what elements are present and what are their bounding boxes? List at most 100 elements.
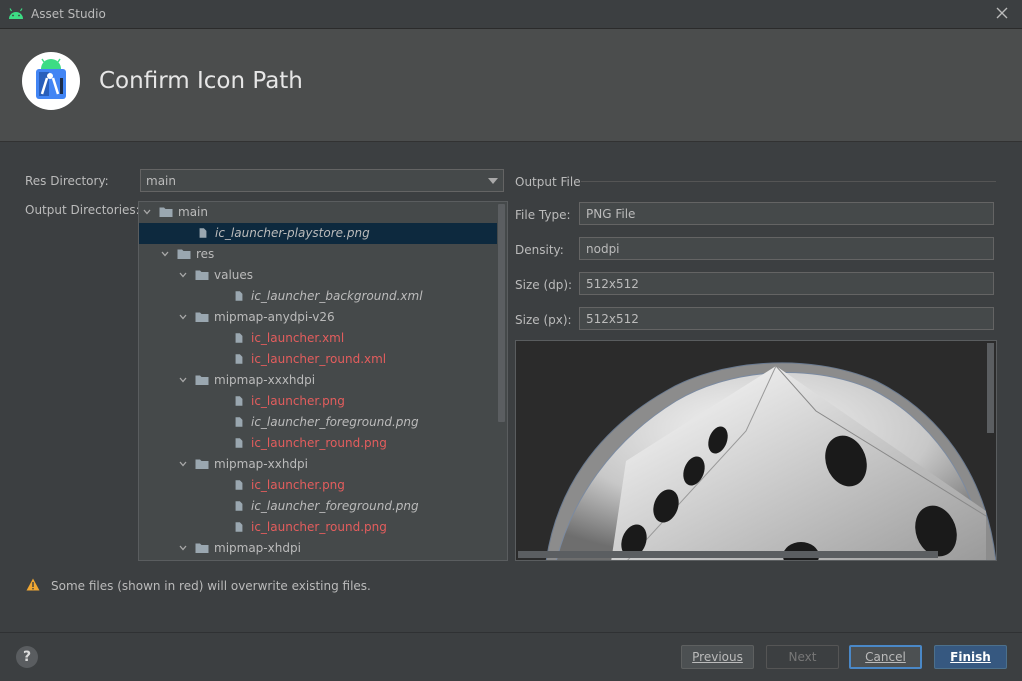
tree-item-label: ic_launcher_round.xml — [251, 352, 387, 366]
tree-item-label: ic_launcher_foreground.png — [251, 499, 419, 513]
footer-divider — [0, 632, 1022, 633]
icon-preview — [515, 340, 997, 561]
chevron-down-icon[interactable] — [179, 376, 187, 384]
chevron-down-icon[interactable] — [179, 271, 187, 279]
size-px-label: Size (px): — [515, 313, 572, 327]
density-label: Density: — [515, 243, 564, 257]
tree-file-row[interactable]: ic_launcher_round.xml — [139, 349, 497, 370]
tree-item-label: ic_launcher.xml — [251, 331, 345, 345]
size-px-field[interactable]: 512x512 — [579, 307, 994, 330]
previous-button-label: Previous — [692, 650, 743, 664]
warning-icon — [26, 578, 40, 591]
section-divider — [581, 181, 996, 182]
output-file-section-title: Output File — [515, 175, 581, 189]
preview-vertical-scrollbar[interactable] — [987, 343, 994, 433]
file-icon — [235, 396, 243, 406]
tree-item-label: ic_launcher.png — [251, 394, 345, 408]
file-type-field[interactable]: PNG File — [579, 202, 994, 225]
page-title: Confirm Icon Path — [99, 68, 303, 94]
tree-item-label: mipmap-xhdpi — [214, 541, 301, 555]
size-px-value: 512x512 — [586, 312, 639, 326]
chevron-down-icon — [488, 178, 498, 184]
tree-file-row[interactable]: ic_launcher-playstore.png — [139, 223, 497, 244]
cancel-button[interactable]: Cancel — [849, 645, 922, 669]
finish-button[interactable]: Finish — [934, 645, 1007, 669]
folder-icon — [195, 270, 209, 280]
file-icon — [199, 228, 207, 238]
wizard-header: Confirm Icon Path — [0, 29, 1022, 142]
tree-item-label: mipmap-anydpi-v26 — [214, 310, 335, 324]
chevron-down-icon[interactable] — [179, 544, 187, 552]
tree-scrollbar[interactable] — [498, 204, 505, 422]
tree-item-label: ic_launcher.png — [251, 478, 345, 492]
file-type-value: PNG File — [586, 207, 636, 221]
file-icon — [235, 333, 243, 343]
previous-button[interactable]: Previous — [681, 645, 754, 669]
tree-file-row[interactable]: ic_launcher.png — [139, 391, 497, 412]
tree-folder-row[interactable]: mipmap-xxxhdpi — [139, 370, 497, 391]
window-title: Asset Studio — [31, 7, 106, 21]
tree-file-row[interactable]: ic_launcher_round.png — [139, 517, 497, 538]
tree-file-row[interactable]: ic_launcher_foreground.png — [139, 412, 497, 433]
tree-item-label: ic_launcher_foreground.png — [251, 415, 419, 429]
folder-icon — [159, 207, 173, 217]
size-dp-label: Size (dp): — [515, 278, 573, 292]
android-icon — [9, 8, 23, 19]
overwrite-warning: Some files (shown in red) will overwrite… — [51, 579, 371, 593]
close-icon[interactable] — [994, 5, 1010, 21]
tree-file-row[interactable]: ic_launcher_round.png — [139, 433, 497, 454]
res-directory-dropdown[interactable]: main — [140, 169, 504, 192]
cancel-button-label: Cancel — [865, 650, 906, 664]
preview-horizontal-scrollbar[interactable] — [518, 551, 938, 558]
android-studio-icon — [36, 58, 66, 99]
chevron-down-icon[interactable] — [161, 250, 169, 258]
tree-item-label: ic_launcher-playstore.png — [215, 226, 370, 240]
output-directories-tree[interactable]: main ic_launcher-playstore.png res values ic… — [138, 201, 508, 561]
tree-file-row[interactable]: ic_launcher_foreground.png — [139, 496, 497, 517]
finish-button-label: Finish — [950, 650, 991, 664]
file-type-label: File Type: — [515, 208, 571, 222]
tree-folder-row[interactable]: main — [139, 202, 497, 223]
file-icon — [235, 438, 243, 448]
file-icon — [235, 501, 243, 511]
folder-icon — [177, 249, 191, 259]
dice-preview-image — [545, 362, 996, 560]
next-button[interactable]: Next — [766, 645, 839, 669]
file-icon — [235, 417, 243, 427]
file-icon — [235, 480, 243, 490]
tree-file-row[interactable]: ic_launcher.xml — [139, 328, 497, 349]
tree-folder-row[interactable]: res — [139, 244, 497, 265]
tree-file-row[interactable]: ic_launcher_background.xml — [139, 286, 497, 307]
density-value: nodpi — [586, 242, 620, 256]
tree-folder-row[interactable]: mipmap-xhdpi — [139, 538, 497, 559]
chevron-down-icon[interactable] — [143, 208, 151, 216]
tree-folder-row[interactable]: mipmap-xxhdpi — [139, 454, 497, 475]
chevron-down-icon[interactable] — [179, 313, 187, 321]
size-dp-value: 512x512 — [586, 277, 639, 291]
tree-item-label: ic_launcher_round.png — [251, 520, 387, 534]
tree-item-label: values — [214, 268, 254, 282]
folder-icon — [195, 543, 209, 553]
density-field[interactable]: nodpi — [579, 237, 994, 260]
tree-item-label: main — [178, 205, 208, 219]
help-button[interactable]: ? — [16, 646, 38, 668]
tree-item-label: mipmap-xxhdpi — [214, 457, 309, 471]
tree-folder-row[interactable]: values — [139, 265, 497, 286]
chevron-down-icon[interactable] — [179, 460, 187, 468]
tree-item-label: ic_launcher_round.png — [251, 436, 387, 450]
folder-icon — [195, 375, 209, 385]
android-studio-logo — [22, 52, 80, 110]
tree-file-row[interactable]: ic_launcher.png — [139, 475, 497, 496]
folder-icon — [195, 459, 209, 469]
tree-item-label: mipmap-xxxhdpi — [214, 373, 316, 387]
size-dp-field[interactable]: 512x512 — [579, 272, 994, 295]
folder-icon — [195, 312, 209, 322]
output-directories-label: Output Directories: — [25, 203, 140, 217]
title-bar: Asset Studio — [0, 0, 1022, 29]
tree-item-label: res — [196, 247, 215, 261]
file-icon — [235, 291, 243, 301]
file-icon — [235, 522, 243, 532]
res-directory-value: main — [146, 174, 176, 188]
res-directory-label: Res Directory: — [25, 174, 109, 188]
tree-folder-row[interactable]: mipmap-anydpi-v26 — [139, 307, 497, 328]
